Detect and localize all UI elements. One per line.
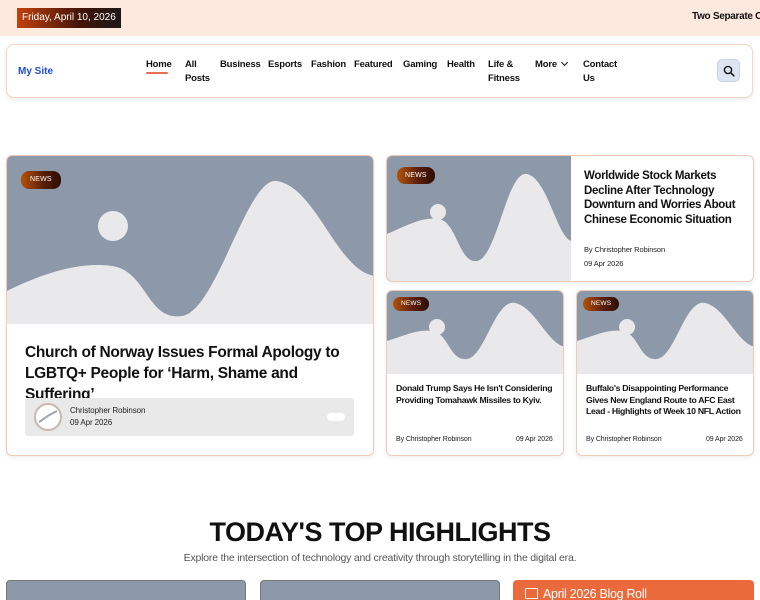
nav-fashion[interactable]: Fashion bbox=[311, 58, 346, 72]
nav-more-label: More bbox=[535, 59, 557, 70]
small-post-title[interactable]: Buffalo's Disappointing Performance Give… bbox=[586, 383, 748, 418]
news-ticker[interactable]: Two Separate Cub bbox=[692, 11, 760, 22]
blog-roll-widget[interactable]: April 2026 Blog Roll bbox=[513, 580, 754, 600]
side-post-card[interactable]: NEWS Worldwide Stock Markets Decline Aft… bbox=[386, 155, 754, 282]
search-button[interactable] bbox=[717, 59, 740, 82]
site-title[interactable]: My Site bbox=[18, 66, 53, 77]
small-post-card[interactable]: NEWS Donald Trump Says He Isn't Consider… bbox=[386, 290, 564, 456]
small-post-title[interactable]: Donald Trump Says He Isn't Considering P… bbox=[396, 383, 558, 406]
section-title: TODAY'S TOP HIGHLIGHTS bbox=[209, 517, 552, 547]
category-badge[interactable]: NEWS bbox=[393, 297, 430, 311]
comment-pill[interactable] bbox=[327, 413, 345, 421]
featured-post-title[interactable]: Church of Norway Issues Formal Apology t… bbox=[25, 342, 360, 405]
category-badge[interactable]: NEWS bbox=[583, 297, 620, 311]
nav-active-indicator bbox=[146, 72, 168, 74]
avatar[interactable] bbox=[34, 403, 62, 431]
nav-life-fitness[interactable]: Life & Fitness bbox=[488, 58, 520, 85]
nav-life-fitness-label: Life & Fitness bbox=[488, 59, 520, 84]
category-badge[interactable]: NEWS bbox=[21, 171, 61, 189]
nav-esports[interactable]: Esports bbox=[268, 58, 302, 72]
nav-gaming[interactable]: Gaming bbox=[403, 58, 437, 72]
nav-all-posts[interactable]: All Posts bbox=[185, 58, 210, 85]
post-author[interactable]: By Christopher Robinson bbox=[586, 436, 662, 443]
top-bar: Friday, April 10, 2026 Two Separate Cub bbox=[0, 0, 760, 36]
nav-contact-label: Contact Us bbox=[583, 59, 617, 84]
nav-contact-us[interactable]: Contact Us bbox=[583, 58, 617, 85]
nav-all-posts-label: All Posts bbox=[185, 59, 210, 84]
blog-roll-title: April 2026 Blog Roll bbox=[543, 587, 647, 600]
nav-health[interactable]: Health bbox=[447, 58, 475, 72]
highlight-card[interactable] bbox=[260, 580, 500, 600]
author-name[interactable]: Christopher Robinson bbox=[70, 406, 145, 415]
search-icon bbox=[723, 65, 735, 77]
post-image-placeholder bbox=[7, 156, 373, 324]
featured-post-card[interactable]: NEWS Church of Norway Issues Formal Apol… bbox=[6, 155, 374, 456]
post-author[interactable]: By Christopher Robinson bbox=[584, 245, 665, 254]
post-date: 09 Apr 2026 bbox=[706, 436, 743, 443]
nav-business[interactable]: Business bbox=[220, 58, 261, 72]
post-author[interactable]: By Christopher Robinson bbox=[396, 436, 472, 443]
nav-more[interactable]: More bbox=[535, 58, 568, 72]
site-header: My Site Home All Posts Business Esports … bbox=[6, 44, 753, 98]
post-date: 09 Apr 2026 bbox=[516, 436, 553, 443]
nav-home[interactable]: Home bbox=[146, 58, 172, 72]
category-badge[interactable]: NEWS bbox=[397, 167, 435, 184]
author-box: Christopher Robinson 09 Apr 2026 bbox=[25, 398, 354, 436]
folder-icon bbox=[525, 588, 538, 599]
image-placeholder-icon bbox=[7, 180, 373, 324]
nav-featured[interactable]: Featured bbox=[354, 58, 393, 72]
avatar-icon bbox=[38, 410, 58, 423]
side-post-title[interactable]: Worldwide Stock Markets Decline After Te… bbox=[584, 169, 744, 228]
post-date: 09 Apr 2026 bbox=[584, 259, 624, 268]
small-post-card[interactable]: NEWS Buffalo's Disappointing Performance… bbox=[576, 290, 754, 456]
date-badge: Friday, April 10, 2026 bbox=[17, 8, 121, 28]
post-date: 09 Apr 2026 bbox=[70, 418, 113, 427]
chevron-down-icon bbox=[560, 58, 568, 67]
highlight-card[interactable] bbox=[6, 580, 246, 600]
section-subtitle: Explore the intersection of technology a… bbox=[183, 552, 577, 564]
